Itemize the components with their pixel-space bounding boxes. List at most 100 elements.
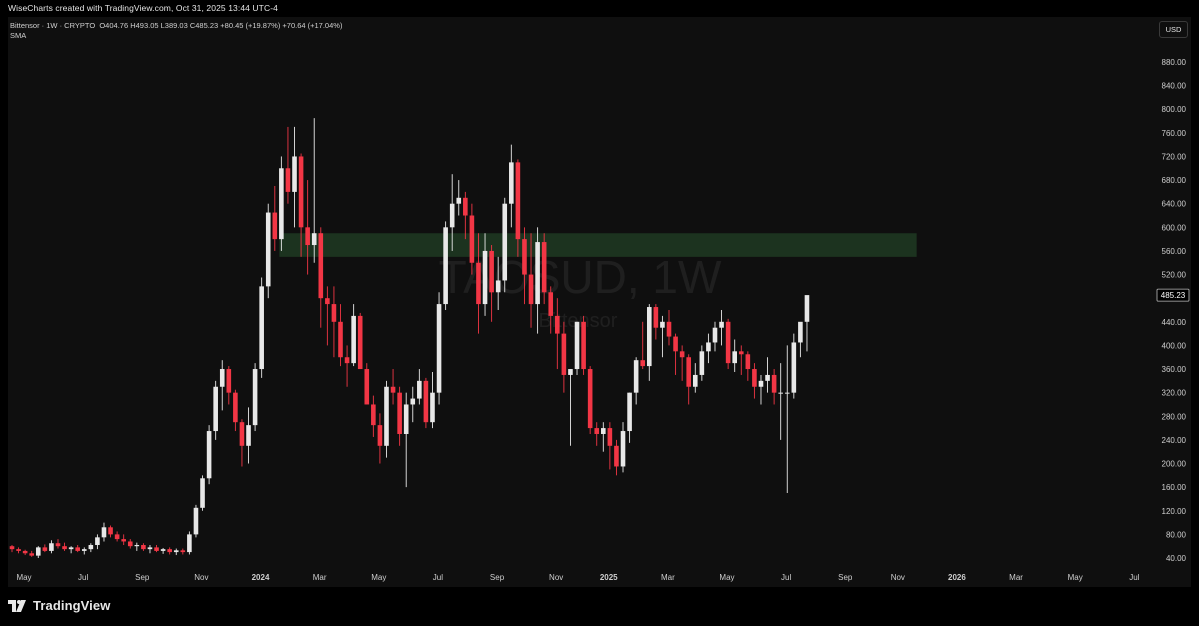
candle-body xyxy=(725,321,731,364)
candle-body xyxy=(594,428,600,434)
candle xyxy=(141,543,146,551)
x-tick-label: Sep xyxy=(490,573,505,582)
candle-body xyxy=(403,404,409,434)
candle-body xyxy=(62,546,67,550)
candle xyxy=(594,422,600,446)
candle xyxy=(160,547,166,554)
candle xyxy=(351,304,356,367)
candle-body xyxy=(719,321,724,328)
y-tick-label: 560.00 xyxy=(1162,247,1187,256)
candle xyxy=(673,333,678,375)
candle xyxy=(443,221,448,310)
candle-body xyxy=(548,292,554,316)
x-tick-label: 2024 xyxy=(252,573,270,582)
candle xyxy=(417,369,422,405)
candle-body xyxy=(535,242,540,305)
candle-body xyxy=(646,307,652,367)
tradingview-logo[interactable]: TradingView xyxy=(8,598,110,613)
candle xyxy=(804,295,810,352)
candle-body xyxy=(581,321,586,370)
candle xyxy=(489,245,494,322)
candle xyxy=(410,386,416,423)
candle xyxy=(423,377,429,429)
candle xyxy=(771,369,777,405)
candle xyxy=(344,345,350,387)
candle-body xyxy=(666,321,672,337)
y-tick-label: 440.00 xyxy=(1162,318,1187,327)
candle xyxy=(364,363,370,405)
candle-body xyxy=(390,386,396,393)
tradingview-logo-icon xyxy=(8,599,26,612)
y-tick-label: 520.00 xyxy=(1162,271,1187,280)
candle xyxy=(752,363,757,399)
candle-body xyxy=(456,197,462,204)
candle-body xyxy=(482,250,488,305)
y-tick-label: 640.00 xyxy=(1162,200,1187,209)
candle-body xyxy=(180,550,186,553)
x-tick-label: Nov xyxy=(891,573,905,582)
candle xyxy=(173,548,179,556)
candle-body xyxy=(219,369,225,387)
candlestick-chart[interactable]: TAOSUD, 1W Bittensor 40.00 80.00 120.00 160… xyxy=(0,0,1199,626)
legend-symbol-line[interactable]: Bittensor · 1W · CRYPTO O404.76 H493.05 … xyxy=(10,21,342,31)
x-tick-label: Nov xyxy=(549,573,563,582)
candle xyxy=(397,386,402,446)
candle-body xyxy=(357,315,363,370)
x-tick-label: May xyxy=(719,573,734,582)
candle xyxy=(745,351,751,381)
candle-body xyxy=(213,386,218,432)
candle-body xyxy=(804,295,810,322)
candle-body xyxy=(515,162,521,240)
candle xyxy=(95,534,100,550)
legend-symbol: Bittensor · 1W · CRYPTO xyxy=(10,21,96,30)
y-tick-label: 200.00 xyxy=(1162,460,1187,469)
candle-body xyxy=(522,239,527,275)
candle-body xyxy=(22,550,28,554)
candle-body xyxy=(147,547,153,550)
y-tick-label: 320.00 xyxy=(1162,389,1187,398)
candle xyxy=(259,277,264,378)
candle xyxy=(371,395,376,437)
candle xyxy=(758,374,764,405)
candle-body xyxy=(771,374,777,393)
currency-button[interactable]: USD xyxy=(1159,21,1188,38)
candle xyxy=(108,525,113,538)
candle-body xyxy=(75,547,80,551)
candle-body xyxy=(686,357,692,387)
candle xyxy=(279,156,284,251)
candle-body xyxy=(331,304,337,322)
x-tick-label: Mar xyxy=(1009,573,1023,582)
candle xyxy=(233,389,238,432)
candle-body xyxy=(377,425,383,446)
candle xyxy=(620,422,626,473)
candle-body xyxy=(692,374,698,387)
candle-body xyxy=(325,298,330,305)
candle-body xyxy=(344,357,350,364)
candle-body xyxy=(351,315,356,364)
time-axis: May Jul Sep Nov 2024 Mar May Jul Sep Nov 2025 Mar Ma… xyxy=(16,573,1139,582)
y-tick-label: 600.00 xyxy=(1162,223,1187,232)
candle-body xyxy=(318,233,324,299)
legend-indicator[interactable]: SMA xyxy=(10,31,342,41)
candle-body xyxy=(417,380,422,399)
candle xyxy=(42,544,48,553)
candle-body xyxy=(463,197,468,216)
candle-body xyxy=(338,321,343,358)
footer-bar: TradingView xyxy=(0,588,1199,626)
candle xyxy=(574,321,580,375)
candle-body xyxy=(55,543,61,547)
candle-body xyxy=(272,212,278,240)
candle-body xyxy=(35,547,41,556)
candle-body xyxy=(384,386,389,446)
candle xyxy=(127,539,133,549)
candle-body xyxy=(706,342,711,352)
candle-body xyxy=(568,369,573,375)
candle-body xyxy=(436,304,442,393)
candle xyxy=(377,413,383,464)
candle-body xyxy=(259,286,264,370)
candle xyxy=(200,475,205,511)
candle xyxy=(101,522,107,542)
candle-body xyxy=(173,550,179,553)
candle xyxy=(88,543,94,553)
candle-body xyxy=(712,327,718,343)
